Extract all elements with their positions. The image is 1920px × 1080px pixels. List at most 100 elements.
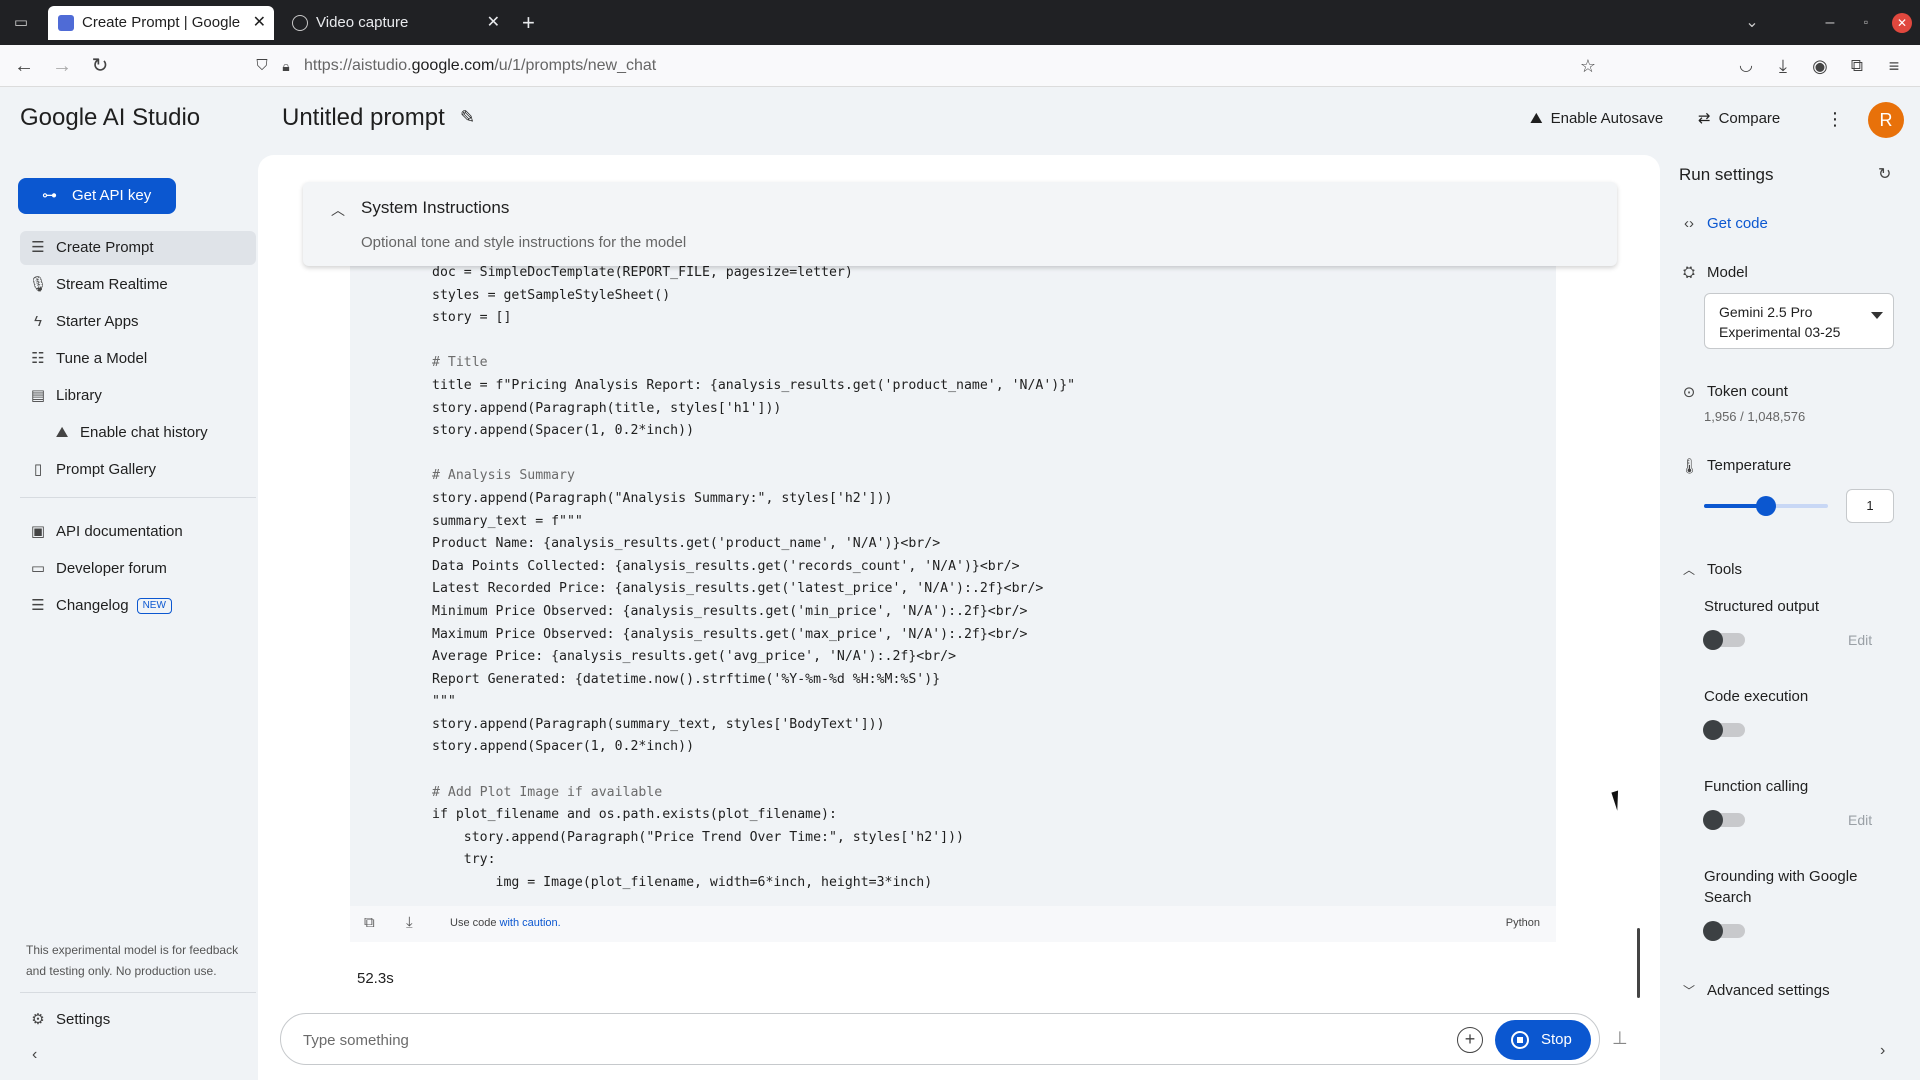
temperature-label: Temperature: [1707, 457, 1792, 474]
sidebar-item-developer-forum[interactable]: ▭ Developer forum: [20, 552, 256, 586]
reset-settings-icon[interactable]: ↻: [1878, 164, 1891, 184]
function-calling-toggle[interactable]: [1703, 810, 1745, 830]
code-line: summary_text = f""": [432, 513, 583, 529]
microphone-icon: 🎙︎: [28, 276, 48, 293]
structured-output-edit-link[interactable]: Edit: [1848, 632, 1872, 648]
prompt-input[interactable]: [303, 1028, 1403, 1052]
model-label: Model: [1707, 264, 1748, 281]
close-tab-icon[interactable]: ✕: [253, 6, 266, 40]
model-select[interactable]: Gemini 2.5 Pro Experimental 03-25: [1704, 293, 1894, 349]
clear-chat-icon[interactable]: ⊥: [1612, 1028, 1628, 1049]
temperature-input[interactable]: 1: [1846, 489, 1894, 523]
forward-arrow-icon[interactable]: →: [48, 52, 76, 80]
sidebar-item-prompt-gallery[interactable]: ▯ Prompt Gallery: [20, 453, 256, 487]
avatar[interactable]: R: [1868, 102, 1904, 138]
code-line: story.append(Paragraph("Analysis Summary…: [432, 490, 893, 506]
sidebar-item-settings[interactable]: ⚙ Settings: [20, 1003, 256, 1037]
sidebar-item-label: Developer forum: [56, 560, 167, 577]
get-api-key-label: Get API key: [72, 187, 152, 204]
tab-list-icon[interactable]: ▭: [8, 10, 34, 36]
download-code-icon[interactable]: ⤓: [406, 914, 413, 931]
gallery-icon: ▯: [33, 461, 43, 478]
menu-icon[interactable]: ≡: [1880, 52, 1908, 80]
chevron-up-icon[interactable]: ︿: [1680, 561, 1698, 578]
sidebar-item-label: Library: [56, 387, 102, 404]
app-logo[interactable]: Google AI Studio: [20, 104, 200, 132]
sidebar-item-library[interactable]: ▤ Library: [20, 379, 256, 413]
experimental-model-note: This experimental model is for feedback …: [26, 943, 239, 978]
globe-icon: [292, 15, 308, 31]
sidebar-item-stream-realtime[interactable]: 🎙︎ Stream Realtime: [20, 268, 256, 302]
autosave-cloud-icon: ⛰: [1530, 110, 1543, 127]
forum-icon: ▭: [30, 560, 46, 577]
tab-title: Create Prompt | Google AI Studio: [82, 14, 240, 31]
bookmark-star-icon[interactable]: ☆: [1574, 52, 1602, 80]
token-count-label: Token count: [1707, 383, 1788, 400]
code-line: story = []: [432, 310, 512, 326]
code-language-label: Python: [1505, 917, 1540, 929]
new-tab-button[interactable]: +: [522, 8, 535, 38]
code-caution-note: Use code with caution.: [450, 917, 561, 929]
get-api-key-button[interactable]: ⊶ Get API key: [18, 178, 176, 214]
download-icon[interactable]: ⤓: [1769, 52, 1797, 80]
code-execution-label: Code execution: [1704, 688, 1809, 705]
code-line: Minimum Price Observed: {analysis_result…: [432, 603, 1028, 619]
temperature-slider[interactable]: [1704, 496, 1828, 516]
chevron-down-icon[interactable]: ﹀: [1680, 982, 1698, 999]
sidebar-item-enable-chat-history[interactable]: ⛰ Enable chat history: [44, 416, 256, 450]
reload-icon[interactable]: ↻: [86, 52, 114, 80]
code-line: title = f"Pricing Analysis Report: {anal…: [432, 377, 1076, 393]
sidebar-item-label: Create Prompt: [56, 239, 154, 256]
close-tab-icon[interactable]: ✕: [487, 6, 500, 40]
structured-output-toggle[interactable]: [1703, 630, 1745, 650]
sidebar-item-create-prompt[interactable]: ☰ Create Prompt: [20, 231, 256, 265]
browser-tab-video-capture[interactable]: Video capture ✕: [282, 6, 508, 40]
code-execution-toggle[interactable]: [1703, 720, 1745, 740]
stop-icon: [1511, 1031, 1529, 1049]
code-line: # Title: [432, 355, 488, 371]
chevron-right-icon[interactable]: ›: [1880, 1042, 1885, 1060]
edit-title-pencil-icon[interactable]: ✎: [460, 106, 475, 128]
gear-icon: ⚙: [31, 1011, 45, 1028]
code-line: # Add Plot Image if available: [432, 784, 663, 800]
close-window-icon[interactable]: ✕: [1884, 0, 1920, 45]
address-bar[interactable]: ⛉ 🔒︎ https://aistudio.google.com/u/1/pro…: [240, 51, 1610, 81]
model-icon: ⛭: [1682, 264, 1695, 281]
sidebar-item-starter-apps[interactable]: ϟ Starter Apps: [20, 305, 256, 339]
add-media-icon[interactable]: +: [1457, 1027, 1483, 1053]
model-select-value: Gemini 2.5 Pro Experimental 03-25: [1719, 304, 1841, 340]
history-icon: ⛰: [55, 424, 69, 441]
sidebar-item-label: Starter Apps: [56, 313, 139, 330]
with-caution-link[interactable]: with caution.: [500, 917, 561, 929]
back-arrow-icon[interactable]: ←: [10, 52, 38, 80]
prompt-input-box[interactable]: + Stop: [280, 1013, 1600, 1065]
more-options-icon[interactable]: ⋮: [1826, 108, 1844, 130]
advanced-settings-label[interactable]: Advanced settings: [1707, 982, 1830, 999]
copy-icon[interactable]: ⧉: [364, 914, 375, 931]
restore-window-icon[interactable]: ▫: [1848, 0, 1884, 45]
sidebar-item-changelog[interactable]: ☰ Changelog NEW: [20, 589, 256, 623]
pocket-icon[interactable]: ◡: [1732, 52, 1760, 80]
system-instructions-panel[interactable]: ︿ System Instructions Optional tone and …: [303, 182, 1617, 266]
sidebar-item-api-documentation[interactable]: ▣ API documentation: [20, 515, 256, 549]
minimize-window-icon[interactable]: –: [1812, 0, 1848, 45]
function-calling-edit-link[interactable]: Edit: [1848, 812, 1872, 828]
compare-button[interactable]: ⇄ Compare: [1698, 108, 1780, 130]
compare-icon: ⇄: [1698, 110, 1711, 127]
collapse-sidebar-icon[interactable]: ‹: [32, 1044, 37, 1066]
temperature-slider-thumb[interactable]: [1756, 496, 1776, 516]
sidebar-item-label: Settings: [56, 1011, 111, 1028]
account-icon[interactable]: ◉: [1806, 52, 1834, 80]
browser-tab-create-prompt[interactable]: Create Prompt | Google AI Studio ✕: [48, 6, 274, 40]
chevron-up-icon[interactable]: ︿: [331, 200, 345, 220]
enable-autosave-button[interactable]: ⛰ Enable Autosave: [1530, 108, 1663, 130]
grounding-google-search-toggle[interactable]: [1703, 921, 1745, 941]
chat-scrollbar[interactable]: [1637, 928, 1640, 998]
stop-button[interactable]: Stop: [1495, 1020, 1591, 1060]
extensions-icon[interactable]: ⧉: [1843, 52, 1871, 80]
system-instructions-placeholder[interactable]: Optional tone and style instructions for…: [361, 234, 686, 251]
tab-overflow-chevron-icon[interactable]: ⌄: [1734, 0, 1770, 45]
sidebar-item-tune-a-model[interactable]: ☷ Tune a Model: [20, 342, 256, 376]
get-code-link[interactable]: Get code: [1707, 215, 1768, 232]
